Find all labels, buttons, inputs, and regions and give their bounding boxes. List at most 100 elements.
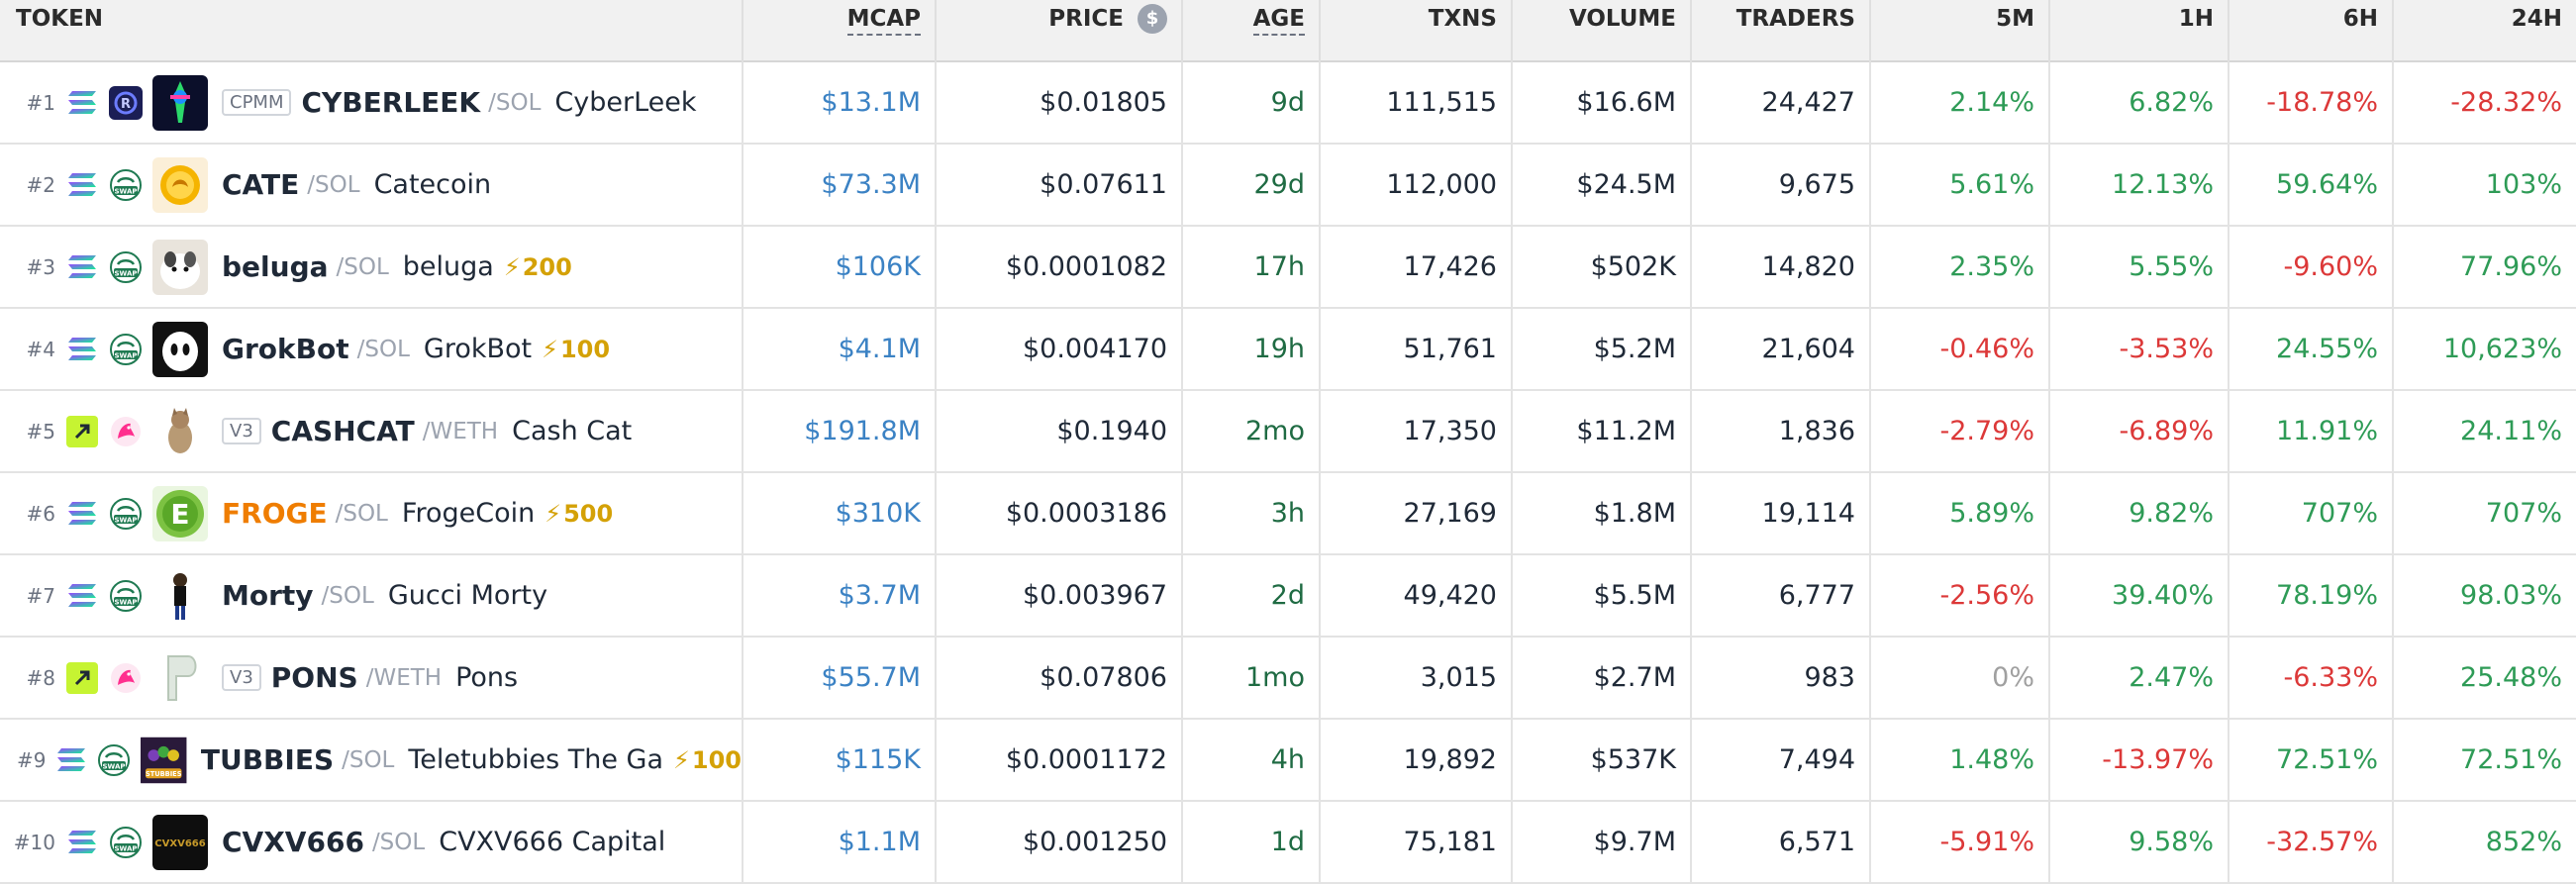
mcap-value[interactable]: $55.7M: [821, 662, 921, 693]
mcap-value[interactable]: $13.1M: [821, 87, 921, 118]
token-name[interactable]: CVXV666 Capital: [439, 827, 665, 857]
h6-cell: 59.64%: [2229, 145, 2394, 225]
h1-cell: 39.40%: [2050, 555, 2229, 636]
token-name[interactable]: CyberLeek: [554, 87, 696, 118]
token-cell[interactable]: #1 R CPMM CYBERLEEK/SOL CyberLeek: [0, 62, 743, 143]
token-symbol[interactable]: CASHCAT: [271, 415, 415, 447]
mcap-value[interactable]: $73.3M: [821, 169, 921, 200]
table-row[interactable]: #10 SWAP CVXV666 CVXV666/SOL CVXV666 Capital…: [0, 802, 2576, 884]
txns-cell: 51,761: [1321, 309, 1513, 389]
token-cell[interactable]: #7 SWAP Morty/SOL Gucci Morty: [0, 555, 743, 636]
token-symbol[interactable]: GrokBot: [222, 333, 349, 365]
h6-cell: 24.55%: [2229, 309, 2394, 389]
token-cell[interactable]: #4 SWAP GrokBot/SOL GrokBot ⚡ 100: [0, 309, 743, 389]
m5-value: 0%: [1992, 662, 2034, 693]
m5-value: 5.61%: [1949, 169, 2034, 200]
table-row[interactable]: #4 SWAP GrokBot/SOL GrokBot ⚡ 100 $4.1M $0.0041…: [0, 309, 2576, 391]
token-name[interactable]: GrokBot: [424, 334, 532, 364]
age-value: 4h: [1270, 744, 1305, 775]
mcap-cell: $115K: [743, 720, 937, 800]
uniswap-icon: [109, 661, 143, 695]
m5-value: -0.46%: [1939, 334, 2034, 364]
token-cell[interactable]: #10 SWAP CVXV666 CVXV666/SOL CVXV666 Capital: [0, 802, 743, 882]
mcap-value[interactable]: $4.1M: [839, 334, 921, 364]
boost-badge[interactable]: ⚡ 100: [673, 746, 742, 774]
token-symbol[interactable]: CYBERLEEK: [301, 86, 480, 119]
token-symbol[interactable]: beluga: [222, 250, 329, 283]
table-row[interactable]: #9 SWAP STUBBIES TUBBIES/SOL Teletubbies The…: [0, 720, 2576, 802]
age-value: 1d: [1270, 827, 1305, 857]
solana-icon: [55, 743, 87, 777]
mcap-value[interactable]: $191.8M: [804, 416, 921, 446]
token-name[interactable]: FrogeCoin: [402, 498, 535, 529]
age-cell: 1d: [1183, 802, 1321, 882]
token-cell[interactable]: #6 SWAP E FROGE/SOL FrogeCoin ⚡ 500: [0, 473, 743, 553]
header-1h[interactable]: 1H: [2050, 0, 2229, 62]
mcap-cell: $4.1M: [743, 309, 937, 389]
token-symbol[interactable]: CATE: [222, 168, 299, 201]
token-symbol[interactable]: CVXV666: [222, 826, 364, 858]
header-token[interactable]: TOKEN: [0, 0, 743, 62]
rank-label: #8: [26, 665, 55, 690]
token-name[interactable]: Pons: [455, 662, 518, 693]
mcap-value[interactable]: $115K: [836, 744, 921, 775]
price-value: $0.1940: [1056, 416, 1167, 446]
token-name[interactable]: Cash Cat: [512, 416, 632, 446]
token-name[interactable]: beluga: [403, 251, 494, 282]
traders-value: 14,820: [1761, 251, 1855, 282]
token-symbol[interactable]: PONS: [271, 661, 358, 694]
table-row[interactable]: #5 V3 CASHCAT/WETH Cash Cat $191.8M $0.1940 2m…: [0, 391, 2576, 473]
header-24h[interactable]: 24H: [2394, 0, 2576, 62]
header-age[interactable]: AGE: [1183, 0, 1321, 62]
h6-cell: -32.57%: [2229, 802, 2394, 882]
mcap-value[interactable]: $106K: [836, 251, 921, 282]
h24-value: 77.96%: [2460, 251, 2562, 282]
swap-icon: SWAP: [109, 497, 143, 531]
token-symbol[interactable]: TUBBIES: [201, 743, 334, 776]
token-cell[interactable]: #5 V3 CASHCAT/WETH Cash Cat: [0, 391, 743, 471]
header-volume[interactable]: VOLUME: [1513, 0, 1692, 62]
header-price[interactable]: PRICE $: [937, 0, 1183, 62]
header-txns[interactable]: TXNS: [1321, 0, 1513, 62]
header-6h[interactable]: 6H: [2229, 0, 2394, 62]
m5-value: 5.89%: [1949, 498, 2034, 529]
token-symbol[interactable]: Morty: [222, 579, 314, 612]
table-row[interactable]: #3 SWAP beluga/SOL beluga ⚡ 200 $106K $0.000108…: [0, 227, 2576, 309]
table-row[interactable]: #1 R CPMM CYBERLEEK/SOL CyberLeek $13.1M $0.01…: [0, 62, 2576, 145]
header-mcap[interactable]: MCAP: [743, 0, 937, 62]
rank-label: #10: [13, 830, 55, 854]
token-name[interactable]: Catecoin: [374, 169, 492, 200]
m5-value: -2.79%: [1939, 416, 2034, 446]
mcap-value[interactable]: $310K: [836, 498, 921, 529]
token-cell[interactable]: #9 SWAP STUBBIES TUBBIES/SOL Teletubbies The…: [0, 720, 743, 800]
mcap-value[interactable]: $3.7M: [839, 580, 921, 611]
table-row[interactable]: #2 SWAP CATE/SOL Catecoin $73.3M $0.07611 29d 1…: [0, 145, 2576, 227]
token-cell[interactable]: #8 V3 PONS/WETH Pons: [0, 638, 743, 718]
h6-value: -32.57%: [2266, 827, 2378, 857]
boost-badge[interactable]: ⚡ 500: [545, 500, 613, 528]
solana-icon: [65, 497, 99, 531]
header-5m[interactable]: 5M: [1871, 0, 2050, 62]
token-symbol[interactable]: FROGE: [222, 497, 328, 530]
table-row[interactable]: #6 SWAP E FROGE/SOL FrogeCoin ⚡ 500 $310K $0.000…: [0, 473, 2576, 555]
token-name[interactable]: Teletubbies The Ga: [408, 744, 663, 775]
token-cell[interactable]: #2 SWAP CATE/SOL Catecoin: [0, 145, 743, 225]
txns-value: 19,892: [1403, 744, 1497, 775]
dollar-coin-icon[interactable]: $: [1138, 4, 1167, 34]
table-row[interactable]: #8 V3 PONS/WETH Pons $55.7M $0.07806 1mo 3,015 $…: [0, 638, 2576, 720]
token-cell[interactable]: #3 SWAP beluga/SOL beluga ⚡ 200: [0, 227, 743, 307]
table-row[interactable]: #7 SWAP Morty/SOL Gucci Morty $3.7M $0.003967…: [0, 555, 2576, 638]
txns-value: 49,420: [1403, 580, 1497, 611]
h6-value: -9.60%: [2283, 251, 2378, 282]
txns-cell: 27,169: [1321, 473, 1513, 553]
boost-badge[interactable]: ⚡ 100: [542, 336, 610, 363]
h6-value: 11.91%: [2276, 416, 2378, 446]
boost-badge[interactable]: ⚡ 200: [504, 253, 572, 281]
token-avatar: [152, 649, 208, 706]
mcap-value[interactable]: $1.1M: [839, 827, 921, 857]
header-traders[interactable]: TRADERS: [1692, 0, 1871, 62]
h1-value: 6.82%: [2129, 87, 2214, 118]
token-name[interactable]: Gucci Morty: [388, 580, 547, 611]
m5-value: -5.91%: [1939, 827, 2034, 857]
token-avatar: STUBBIES: [141, 733, 187, 788]
